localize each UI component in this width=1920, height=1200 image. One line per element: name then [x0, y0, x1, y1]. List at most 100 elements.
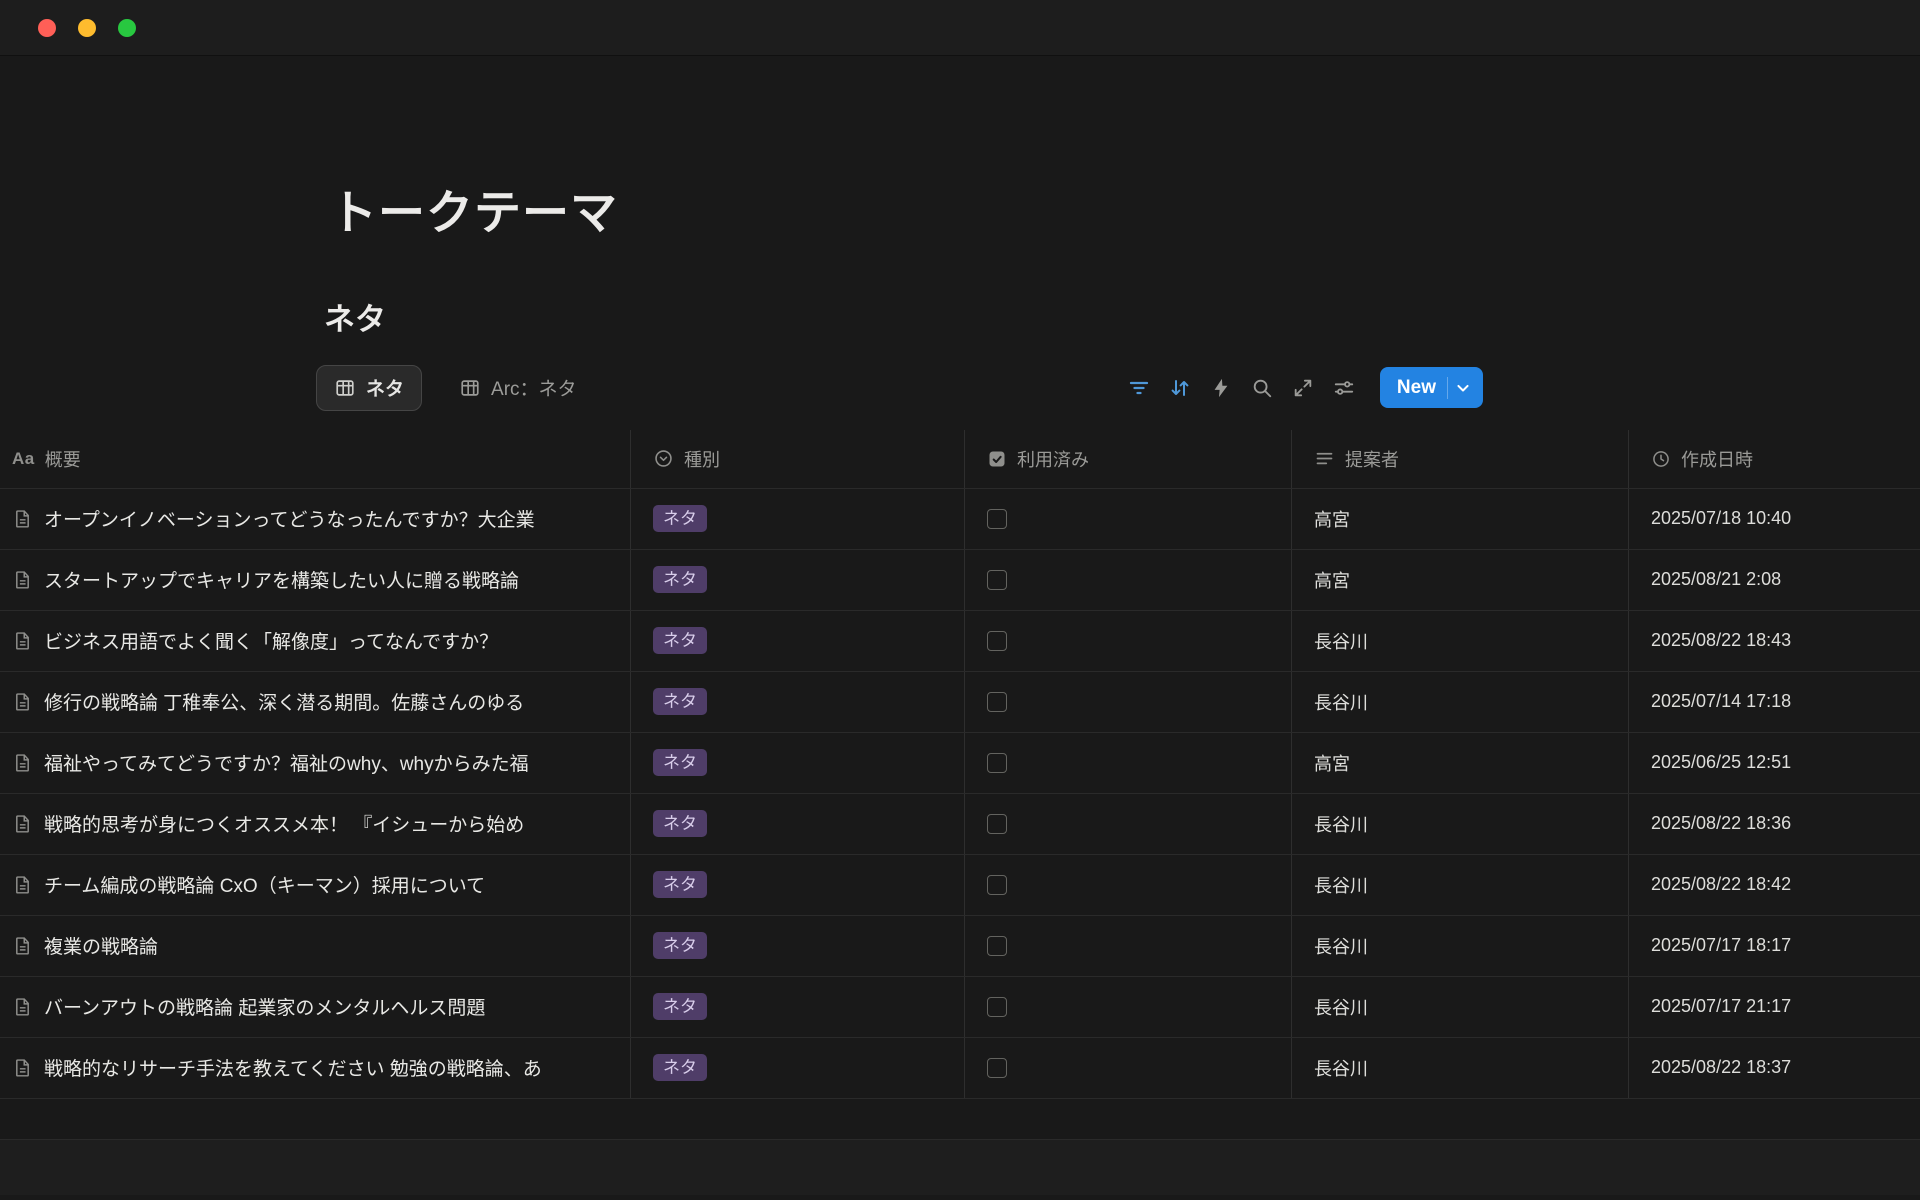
used-cell[interactable] [965, 977, 1292, 1037]
used-cell[interactable] [965, 489, 1292, 549]
created-cell[interactable]: 2025/07/17 18:17 [1629, 916, 1920, 976]
summary-cell[interactable]: オープンイノベーションってどうなったんですか？大企業 [0, 489, 631, 549]
row-title: オープンイノベーションってどうなったんですか？大企業 [44, 505, 535, 532]
proposer-text: 高宮 [1314, 506, 1350, 532]
proposer-cell[interactable]: 長谷川 [1292, 977, 1629, 1037]
column-header-summary[interactable]: Aa概要 [0, 430, 631, 488]
proposer-text: 長谷川 [1314, 1055, 1368, 1081]
summary-cell[interactable]: 戦略的なリサーチ手法を教えてください 勉強の戦略論、あ [0, 1038, 631, 1098]
summary-cell[interactable]: 修行の戦略論 丁稚奉公、深く潜る期間。佐藤さんのゆる [0, 672, 631, 732]
summary-cell[interactable]: チーム編成の戦略論 CxO（キーマン）採用について [0, 855, 631, 915]
column-header-created[interactable]: 作成日時 [1629, 430, 1920, 488]
proposer-cell[interactable]: 高宮 [1292, 733, 1629, 793]
used-checkbox[interactable] [987, 875, 1007, 895]
created-cell[interactable]: 2025/07/14 17:18 [1629, 672, 1920, 732]
used-cell[interactable] [965, 855, 1292, 915]
row-title: スタートアップでキャリアを構築したい人に贈る戦略論 [44, 566, 519, 593]
created-cell[interactable]: 2025/08/22 18:42 [1629, 855, 1920, 915]
column-label: 作成日時 [1681, 446, 1753, 472]
search-icon[interactable] [1245, 371, 1279, 405]
created-cell[interactable]: 2025/07/17 21:17 [1629, 977, 1920, 1037]
type-cell[interactable]: ネタ [631, 733, 965, 793]
type-cell[interactable]: ネタ [631, 977, 965, 1037]
column-header-proposer[interactable]: 提案者 [1292, 430, 1629, 488]
type-cell[interactable]: ネタ [631, 550, 965, 610]
used-cell[interactable] [965, 611, 1292, 671]
type-cell[interactable]: ネタ [631, 611, 965, 671]
column-header-type[interactable]: 種別 [631, 430, 965, 488]
used-checkbox[interactable] [987, 753, 1007, 773]
type-cell[interactable]: ネタ [631, 1038, 965, 1098]
proposer-cell[interactable]: 長谷川 [1292, 611, 1629, 671]
view-tab-arc-neta[interactable]: Arc：ネタ [442, 365, 594, 411]
created-cell[interactable]: 2025/07/18 10:40 [1629, 489, 1920, 549]
proposer-cell[interactable]: 長谷川 [1292, 916, 1629, 976]
summary-cell[interactable]: バーンアウトの戦略論 起業家のメンタルヘルス問題 [0, 977, 631, 1037]
used-checkbox[interactable] [987, 814, 1007, 834]
minimize-window-button[interactable] [78, 19, 96, 37]
used-checkbox[interactable] [987, 631, 1007, 651]
summary-cell[interactable]: 複業の戦略論 [0, 916, 631, 976]
summary-cell[interactable]: ビジネス用語でよく聞く「解像度」ってなんですか？ [0, 611, 631, 671]
created-cell[interactable]: 2025/08/22 18:43 [1629, 611, 1920, 671]
database-table: Aa概要種別利用済み提案者 作成日時 オープンイノベーションってどうなったんですか… [0, 430, 1920, 1099]
view-settings-icon[interactable] [1327, 371, 1361, 405]
type-badge: ネタ [653, 810, 707, 838]
type-cell[interactable]: ネタ [631, 672, 965, 732]
proposer-cell[interactable]: 高宮 [1292, 550, 1629, 610]
table-row: 福祉やってみてどうですか？福祉のwhy、whyからみた福ネタ 高宮2025/06/… [0, 733, 1920, 794]
column-header-used[interactable]: 利用済み [965, 430, 1292, 488]
type-badge: ネタ [653, 688, 707, 716]
summary-cell[interactable]: 福祉やってみてどうですか？福祉のwhy、whyからみた福 [0, 733, 631, 793]
used-cell[interactable] [965, 550, 1292, 610]
used-cell[interactable] [965, 1038, 1292, 1098]
new-button[interactable]: New [1380, 367, 1483, 408]
row-title: 修行の戦略論 丁稚奉公、深く潜る期間。佐藤さんのゆる [44, 688, 524, 715]
row-title: 複業の戦略論 [44, 932, 158, 959]
created-text: 2025/08/22 18:37 [1651, 1057, 1791, 1078]
page-icon [12, 813, 33, 834]
traffic-lights [38, 19, 136, 37]
automation-icon[interactable] [1204, 371, 1238, 405]
proposer-cell[interactable]: 長谷川 [1292, 855, 1629, 915]
sort-icon[interactable] [1163, 371, 1197, 405]
used-checkbox[interactable] [987, 570, 1007, 590]
type-cell[interactable]: ネタ [631, 916, 965, 976]
created-cell[interactable]: 2025/08/22 18:36 [1629, 794, 1920, 854]
titlebar [0, 0, 1920, 56]
used-cell[interactable] [965, 916, 1292, 976]
used-cell[interactable] [965, 794, 1292, 854]
close-window-button[interactable] [38, 19, 56, 37]
proposer-cell[interactable]: 長谷川 [1292, 1038, 1629, 1098]
bottom-strip [0, 1139, 1920, 1195]
zoom-window-button[interactable] [118, 19, 136, 37]
used-checkbox[interactable] [987, 997, 1007, 1017]
clock-icon [1651, 449, 1671, 469]
summary-cell[interactable]: スタートアップでキャリアを構築したい人に贈る戦略論 [0, 550, 631, 610]
proposer-cell[interactable]: 長谷川 [1292, 672, 1629, 732]
proposer-cell[interactable]: 長谷川 [1292, 794, 1629, 854]
proposer-text: 長谷川 [1314, 628, 1368, 654]
used-checkbox[interactable] [987, 509, 1007, 529]
used-checkbox[interactable] [987, 1058, 1007, 1078]
filter-icon[interactable] [1122, 371, 1156, 405]
view-tab-neta[interactable]: ネタ [316, 365, 422, 411]
created-cell[interactable]: 2025/08/21 2:08 [1629, 550, 1920, 610]
proposer-cell[interactable]: 高宮 [1292, 489, 1629, 549]
table-view-icon [459, 377, 481, 399]
used-cell[interactable] [965, 733, 1292, 793]
type-cell[interactable]: ネタ [631, 489, 965, 549]
used-checkbox[interactable] [987, 692, 1007, 712]
created-cell[interactable]: 2025/06/25 12:51 [1629, 733, 1920, 793]
used-cell[interactable] [965, 672, 1292, 732]
type-cell[interactable]: ネタ [631, 794, 965, 854]
summary-cell[interactable]: 戦略的思考が身につくオススメ本！ 『イシューから始め [0, 794, 631, 854]
used-checkbox[interactable] [987, 936, 1007, 956]
created-cell[interactable]: 2025/08/22 18:37 [1629, 1038, 1920, 1098]
page-title: トークテーマ [330, 186, 1920, 240]
table-row: バーンアウトの戦略論 起業家のメンタルヘルス問題ネタ 長谷川2025/07/17 … [0, 977, 1920, 1038]
type-cell[interactable]: ネタ [631, 855, 965, 915]
select-icon [653, 448, 674, 469]
expand-icon[interactable] [1286, 371, 1320, 405]
chevron-down-icon[interactable] [1453, 378, 1473, 398]
